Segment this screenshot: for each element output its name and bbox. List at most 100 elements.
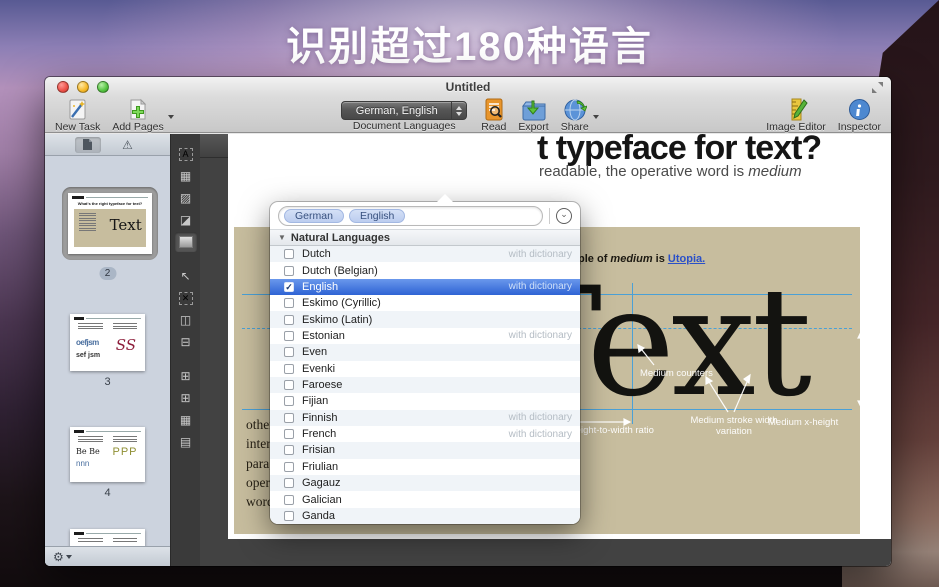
language-row[interactable]: Eskimo (Latin) bbox=[270, 311, 580, 327]
thumbnail-page-2-selected[interactable]: What's the right typeface for text? Text bbox=[62, 187, 158, 260]
image-editor-button[interactable]: Image Editor bbox=[766, 98, 826, 133]
inspector-info-icon bbox=[848, 98, 871, 121]
add-pages-caret-icon[interactable] bbox=[168, 115, 174, 119]
share-button[interactable]: Share bbox=[561, 98, 589, 133]
gear-caret-icon[interactable] bbox=[66, 555, 72, 559]
delete-region-tool-icon[interactable]: ✕ bbox=[175, 288, 197, 308]
language-label: Gagauz bbox=[302, 477, 572, 489]
inspector-button[interactable]: Inspector bbox=[838, 98, 881, 133]
app-window: Untitled New Task Add Pages bbox=[45, 77, 891, 566]
gear-icon[interactable]: ⚙ bbox=[53, 551, 64, 563]
hero-title: 识别超过180种语言 bbox=[0, 14, 939, 72]
language-checkbox[interactable] bbox=[284, 380, 294, 390]
export-folder-icon bbox=[521, 98, 547, 121]
language-checkbox[interactable] bbox=[284, 429, 294, 439]
export-button[interactable]: Export bbox=[518, 98, 548, 133]
thumbnail-page-4[interactable]: Be Be PPP nnn bbox=[70, 427, 145, 482]
language-row[interactable]: Estonian with dictionary bbox=[270, 328, 580, 344]
language-dictionary-note: with dictionary bbox=[509, 429, 572, 440]
thumbnail-page-5[interactable]: dbqp abg bbox=[70, 529, 145, 546]
add-pages-button[interactable]: Add Pages bbox=[112, 98, 163, 133]
recent-languages-button[interactable]: ⌄ bbox=[556, 208, 572, 224]
arrange-regions-tool-icon[interactable]: ⊟ bbox=[175, 332, 197, 352]
language-checkbox[interactable] bbox=[284, 462, 294, 472]
language-checkbox[interactable] bbox=[284, 331, 294, 341]
language-row[interactable]: Galician bbox=[270, 491, 580, 507]
plain-region-tool-icon[interactable] bbox=[175, 232, 197, 252]
select-cursor-tool-icon[interactable]: ↖ bbox=[175, 266, 197, 286]
desktop: 识别超过180种语言 Untitled New Tas bbox=[0, 0, 939, 587]
language-checkbox[interactable] bbox=[284, 298, 294, 308]
language-checkbox[interactable] bbox=[284, 315, 294, 325]
document-subheading: readable, the operative word is medium bbox=[539, 163, 802, 180]
tab-pages[interactable] bbox=[75, 137, 101, 153]
language-label: French bbox=[302, 428, 509, 440]
thumbnail-page-3[interactable]: oefjsm sef jsm SS bbox=[70, 314, 145, 371]
document-languages-dropdown[interactable]: German, English bbox=[341, 101, 467, 120]
language-token-row: German English ⌄ bbox=[270, 202, 580, 229]
language-row[interactable]: English with dictionary bbox=[270, 279, 580, 295]
toolbar: New Task Add Pages German, English Docum… bbox=[45, 97, 891, 133]
language-row[interactable]: Faroese bbox=[270, 377, 580, 393]
language-dictionary-note: with dictionary bbox=[509, 412, 572, 423]
language-checkbox[interactable] bbox=[284, 282, 294, 292]
image-region-tool-icon[interactable]: ▨ bbox=[175, 188, 197, 208]
language-checkbox[interactable] bbox=[284, 396, 294, 406]
share-caret-icon[interactable] bbox=[593, 115, 599, 119]
fullscreen-icon[interactable] bbox=[871, 81, 884, 94]
language-token[interactable]: German bbox=[284, 209, 344, 223]
language-checkbox[interactable] bbox=[284, 478, 294, 488]
language-checkbox[interactable] bbox=[284, 347, 294, 357]
add-table-column-tool-icon[interactable]: ⊞ bbox=[175, 388, 197, 408]
language-checkbox[interactable] bbox=[284, 511, 294, 521]
language-row[interactable]: Eskimo (Cyrillic) bbox=[270, 295, 580, 311]
language-group-header[interactable]: ▼ Natural Languages bbox=[270, 229, 580, 246]
language-label: Dutch (Belgian) bbox=[302, 265, 572, 277]
read-ocr-icon bbox=[482, 98, 506, 121]
table-cells-tool-icon[interactable]: ▤ bbox=[175, 432, 197, 452]
disclosure-triangle-icon[interactable]: ▼ bbox=[278, 233, 286, 242]
dropdown-arrows-icon bbox=[451, 102, 466, 119]
language-checkbox[interactable] bbox=[284, 495, 294, 505]
language-checkbox[interactable] bbox=[284, 413, 294, 423]
language-label: Galician bbox=[302, 494, 572, 506]
language-row[interactable]: Gagauz bbox=[270, 475, 580, 491]
merge-regions-tool-icon[interactable]: ◫ bbox=[175, 310, 197, 330]
language-row[interactable]: Fijian bbox=[270, 393, 580, 409]
language-row[interactable]: Frisian bbox=[270, 442, 580, 458]
read-button[interactable]: Read bbox=[481, 98, 506, 133]
language-token-field[interactable]: German English bbox=[278, 206, 543, 226]
language-row[interactable]: Ganda bbox=[270, 508, 580, 524]
language-token[interactable]: English bbox=[349, 209, 405, 223]
language-row[interactable]: Dutch (Belgian) bbox=[270, 262, 580, 278]
language-label: Finnish bbox=[302, 412, 509, 424]
language-checkbox[interactable] bbox=[284, 445, 294, 455]
window-title: Untitled bbox=[45, 80, 891, 94]
add-table-row-tool-icon[interactable]: ⊞ bbox=[175, 366, 197, 386]
language-row[interactable]: Evenki bbox=[270, 361, 580, 377]
language-label: Dutch bbox=[302, 248, 509, 260]
language-list: Dutch with dictionary Dutch (Belgian) En… bbox=[270, 246, 580, 524]
language-row[interactable]: French with dictionary bbox=[270, 426, 580, 442]
language-row[interactable]: Finnish with dictionary bbox=[270, 410, 580, 426]
page-number: 4 bbox=[45, 487, 170, 499]
table-layout-tool-icon[interactable]: ▦ bbox=[175, 410, 197, 430]
table-region-tool-icon[interactable]: ▦ bbox=[175, 166, 197, 186]
language-row[interactable]: Even bbox=[270, 344, 580, 360]
titlebar[interactable]: Untitled bbox=[45, 77, 891, 97]
language-row[interactable]: Friulian bbox=[270, 459, 580, 475]
document-languages-group: German, English Document Languages bbox=[341, 101, 467, 132]
add-page-icon bbox=[126, 98, 150, 121]
language-label: Friulian bbox=[302, 461, 572, 473]
language-row[interactable]: Dutch with dictionary bbox=[270, 246, 580, 262]
new-task-button[interactable]: New Task bbox=[55, 98, 100, 133]
text-region-tool-icon[interactable]: A bbox=[175, 144, 197, 164]
language-checkbox[interactable] bbox=[284, 266, 294, 276]
sidebar-tabs: ⚠ bbox=[45, 134, 170, 156]
tab-warnings[interactable]: ⚠ bbox=[115, 137, 141, 153]
language-checkbox[interactable] bbox=[284, 364, 294, 374]
text-background-region-tool-icon[interactable]: ◪ bbox=[175, 210, 197, 230]
language-label: Frisian bbox=[302, 444, 572, 456]
language-checkbox[interactable] bbox=[284, 249, 294, 259]
ruler-pen-icon bbox=[784, 98, 808, 121]
